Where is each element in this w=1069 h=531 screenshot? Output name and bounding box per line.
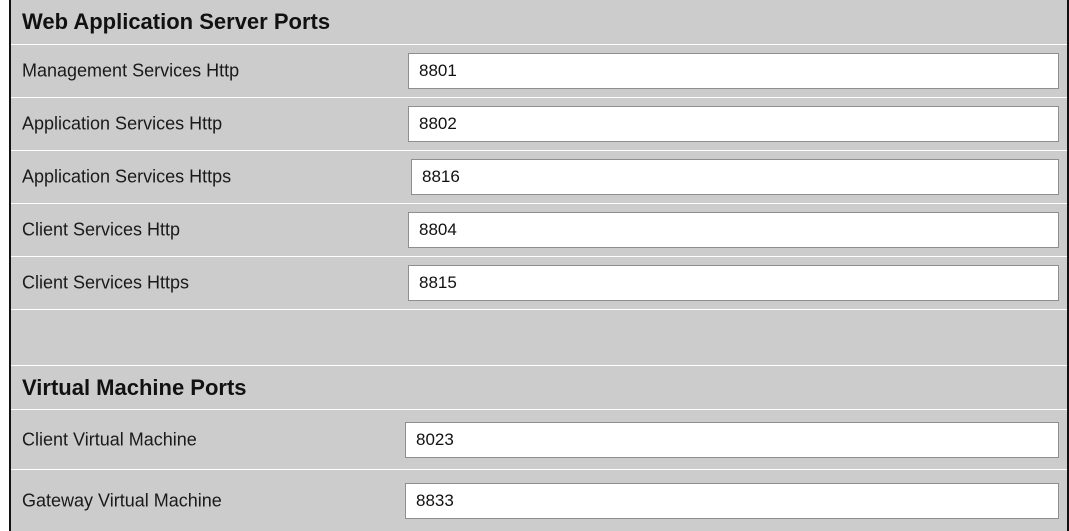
section-title: Web Application Server Ports [22, 9, 331, 34]
virtual-machine-ports-header: Virtual Machine Ports [11, 365, 1067, 410]
web-application-server-ports-header: Web Application Server Ports [11, 0, 1067, 45]
field-label: Application Services Https [22, 166, 232, 187]
field-label: Gateway Virtual Machine [22, 490, 222, 510]
field-label: Client Services Http [22, 219, 181, 240]
section-title: Virtual Machine Ports [22, 374, 247, 400]
client-services-https-input[interactable] [408, 265, 1059, 301]
gateway-virtual-machine-input[interactable] [405, 482, 1059, 519]
field-label: Application Services Http [22, 113, 223, 134]
application-services-https-row: Application Services Https [11, 151, 1067, 204]
management-services-http-row: Management Services Http [11, 45, 1067, 98]
field-label: Client Services Https [22, 272, 190, 293]
client-services-http-input[interactable] [408, 212, 1059, 248]
application-services-https-input[interactable] [411, 159, 1059, 195]
ports-settings-panel: Web Application Server Ports Management … [9, 0, 1069, 531]
client-virtual-machine-row: Client Virtual Machine [11, 410, 1067, 470]
management-services-http-input[interactable] [408, 53, 1059, 89]
client-services-http-row: Client Services Http [11, 204, 1067, 257]
field-label: Management Services Http [22, 60, 240, 81]
field-label: Client Virtual Machine [22, 429, 197, 449]
gateway-virtual-machine-row: Gateway Virtual Machine [11, 470, 1067, 531]
application-services-http-input[interactable] [408, 106, 1059, 142]
client-virtual-machine-input[interactable] [405, 421, 1059, 458]
client-services-https-row: Client Services Https [11, 257, 1067, 310]
application-services-http-row: Application Services Http [11, 98, 1067, 151]
